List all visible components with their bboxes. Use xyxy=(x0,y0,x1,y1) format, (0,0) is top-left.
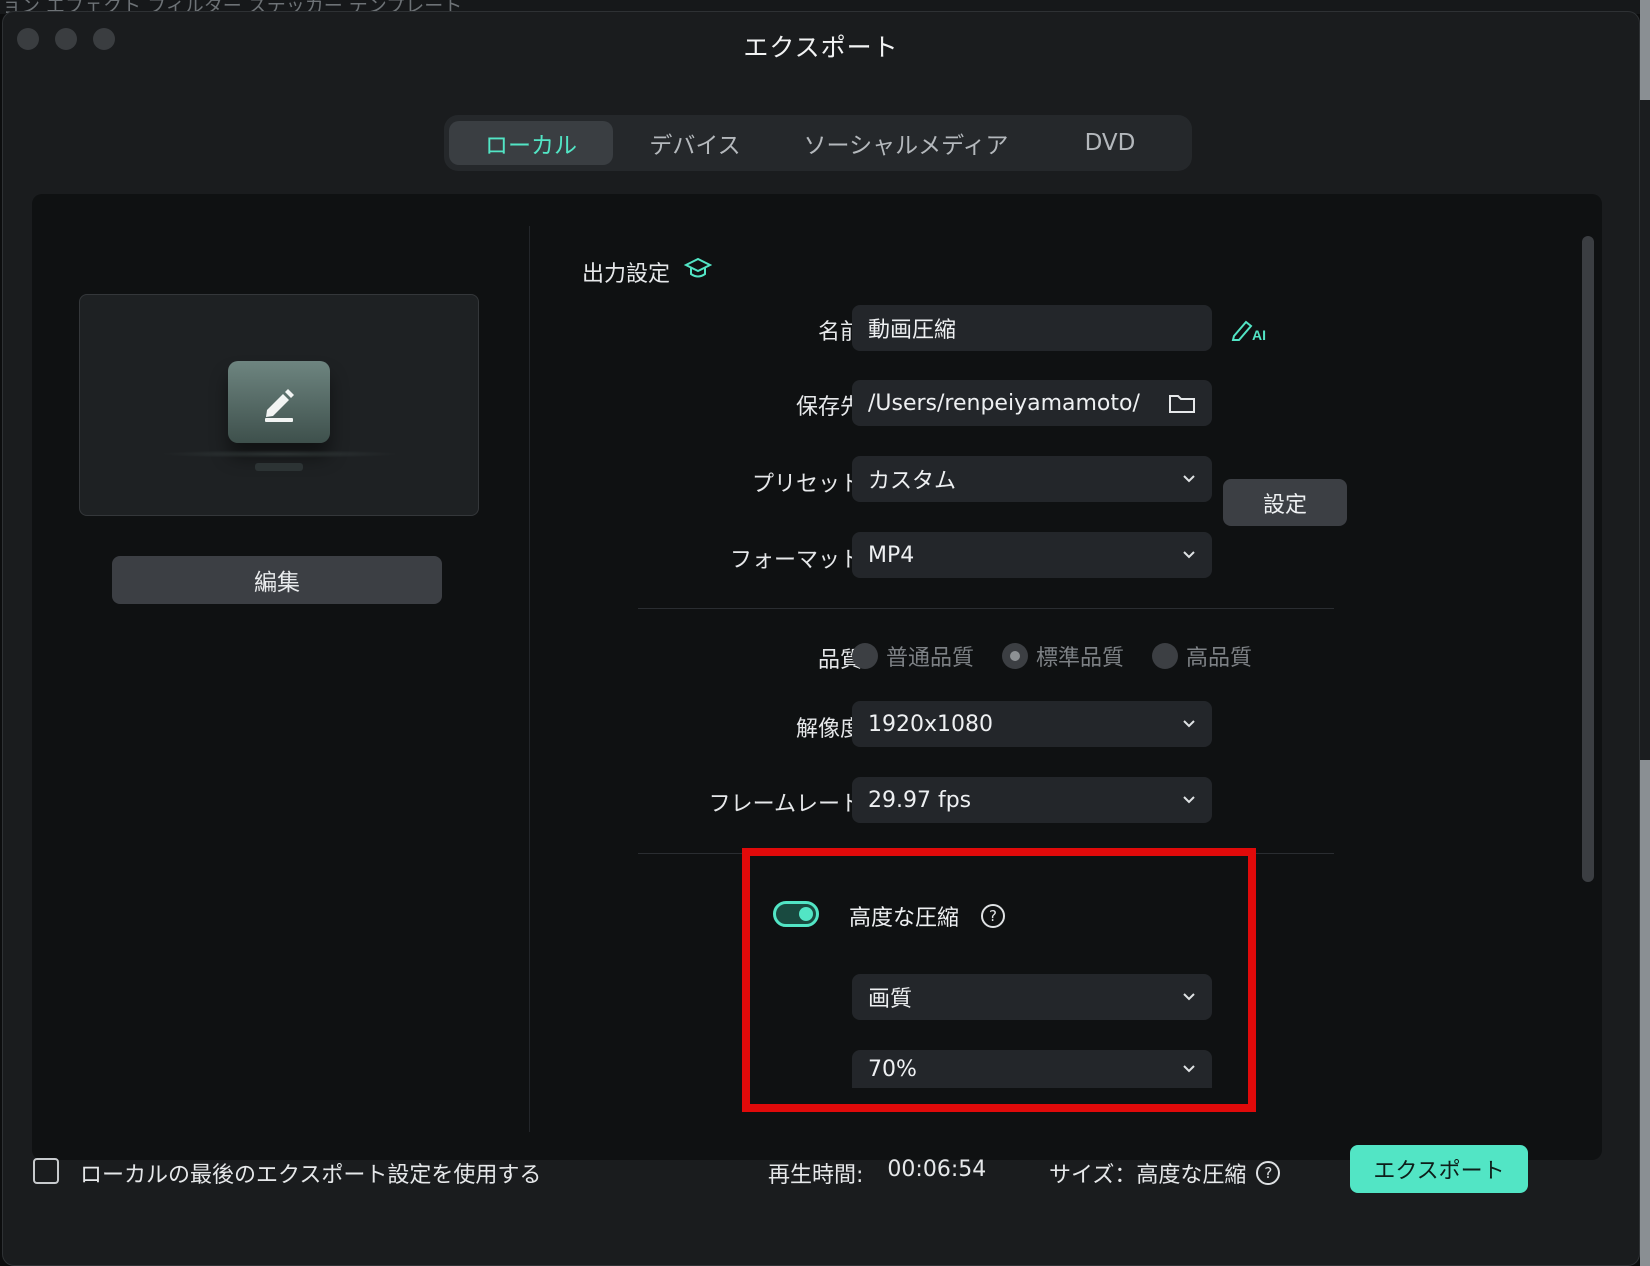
save-location-field[interactable]: /Users/renpeiyamamoto/ xyxy=(852,380,1212,426)
resolution-label: 解像度 xyxy=(795,717,862,742)
preset-settings-button[interactable]: 設定 xyxy=(1223,479,1347,526)
ai-rename-icon[interactable]: AI xyxy=(1230,314,1270,348)
svg-text:AI: AI xyxy=(1252,327,1266,343)
panel-divider xyxy=(529,226,530,1132)
export-dialog: エクスポート ローカル デバイス ソーシャルメディア DVD 編集 出力設定 名… xyxy=(2,11,1640,1266)
duration-readout: 再生時間: 00:06:54 xyxy=(768,1157,987,1188)
preset-dropdown[interactable]: カスタム xyxy=(852,456,1212,502)
quality-standard-radio[interactable]: 標準品質 xyxy=(1002,640,1124,672)
preset-label: プリセット xyxy=(751,472,862,497)
scrollbar[interactable] xyxy=(1582,236,1594,882)
preview-thumbnail xyxy=(79,294,479,516)
framerate-dropdown[interactable]: 29.97 fps xyxy=(852,777,1212,823)
section-divider xyxy=(638,608,1334,609)
window-title: エクスポート xyxy=(743,33,899,62)
use-last-settings-checkbox[interactable] xyxy=(33,1158,59,1184)
format-dropdown[interactable]: MP4 xyxy=(852,532,1212,578)
highlight-annotation-box xyxy=(742,848,1256,1112)
chevron-down-icon xyxy=(1183,720,1195,728)
export-tabs: ローカル デバイス ソーシャルメディア DVD xyxy=(444,115,1192,171)
background-window-edge xyxy=(1640,0,1650,1266)
quality-label: 品質 xyxy=(817,648,862,673)
quality-high-radio[interactable]: 高品質 xyxy=(1152,640,1252,672)
quality-radio-group: 普通品質 標準品質 高品質 xyxy=(852,640,1252,672)
tab-dvd[interactable]: DVD xyxy=(1035,121,1185,165)
tab-local[interactable]: ローカル xyxy=(449,121,613,165)
resolution-dropdown[interactable]: 1920x1080 xyxy=(852,701,1212,747)
tab-social-media[interactable]: ソーシャルメディア xyxy=(777,121,1035,165)
chevron-down-icon xyxy=(1183,475,1195,483)
use-last-settings-label: ローカルの最後のエクスポート設定を使用する xyxy=(80,1163,542,1188)
edit-button[interactable]: 編集 xyxy=(112,556,442,604)
name-label: 名前 xyxy=(817,320,862,345)
tab-device[interactable]: デバイス xyxy=(613,121,777,165)
graduation-cap-icon[interactable] xyxy=(683,257,713,287)
folder-icon[interactable] xyxy=(1168,392,1196,414)
name-input[interactable]: 動画圧縮 xyxy=(852,305,1212,351)
framerate-label: フレームレート xyxy=(708,792,862,817)
quality-normal-radio[interactable]: 普通品質 xyxy=(852,640,974,672)
save-location-label: 保存先 xyxy=(795,395,862,420)
export-button[interactable]: エクスポート xyxy=(1350,1145,1528,1193)
output-settings-title: 出力設定 xyxy=(582,256,713,288)
size-readout: サイズ：高度な圧縮 ? xyxy=(1049,1157,1281,1189)
chevron-down-icon xyxy=(1183,551,1195,559)
chevron-down-icon xyxy=(1183,796,1195,804)
format-label: フォーマット xyxy=(729,548,862,573)
edit-pencil-icon xyxy=(228,361,330,443)
help-icon[interactable]: ? xyxy=(1256,1161,1281,1185)
